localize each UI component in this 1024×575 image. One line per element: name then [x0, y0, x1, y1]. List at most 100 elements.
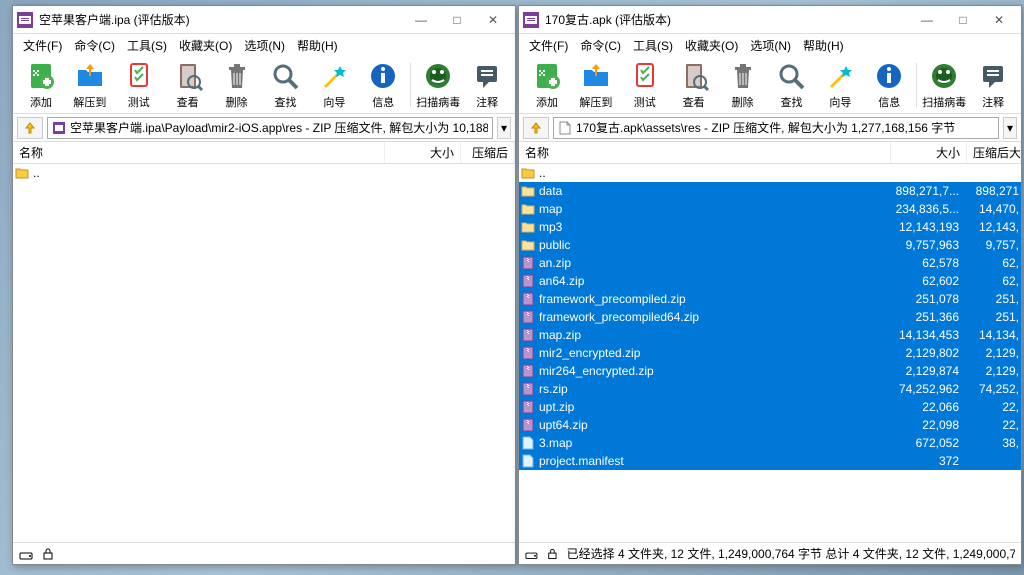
file-row[interactable]: rs.zip74,252,96274,252,	[519, 380, 1021, 398]
wizard-icon	[318, 60, 350, 92]
toolbar-wizard-button[interactable]: 向导	[816, 58, 864, 112]
toolbar-test-button[interactable]: 测试	[115, 58, 163, 112]
toolbar-scan-button[interactable]: 扫描病毒	[414, 58, 462, 112]
col-size[interactable]: 大小	[891, 142, 967, 163]
toolbar-scan-button[interactable]: 扫描病毒	[920, 58, 968, 112]
col-name[interactable]: 名称	[519, 142, 891, 163]
parent-folder-row[interactable]: ..	[519, 164, 1021, 182]
parent-folder-row[interactable]: ..	[13, 164, 515, 182]
file-row[interactable]: 3.map672,05238,	[519, 434, 1021, 452]
menu-item[interactable]: 选项(N)	[238, 35, 291, 56]
file-row[interactable]: public9,757,9639,757,	[519, 236, 1021, 254]
path-input[interactable]: 170复古.apk\assets\res - ZIP 压缩文件, 解包大小为 1…	[553, 117, 999, 139]
col-name[interactable]: 名称	[13, 142, 385, 163]
toolbar-comment-button[interactable]: 注释	[969, 58, 1017, 112]
file-size: 12,143,193	[889, 220, 965, 234]
file-packed: 251,	[965, 310, 1019, 324]
file-row[interactable]: map.zip14,134,45314,134,	[519, 326, 1021, 344]
titlebar[interactable]: 170复古.apk (评估版本) — □ ✕	[519, 6, 1021, 34]
maximize-button[interactable]: □	[439, 8, 475, 32]
menu-item[interactable]: 收藏夹(O)	[679, 35, 744, 56]
toolbar-delete-button[interactable]: 删除	[213, 58, 261, 112]
file-size: 2,129,874	[889, 364, 965, 378]
toolbar-extract-button[interactable]: 解压到	[572, 58, 620, 112]
file-row[interactable]: mir264_encrypted.zip2,129,8742,129,	[519, 362, 1021, 380]
file-size: 14,134,453	[889, 328, 965, 342]
maximize-button[interactable]: □	[945, 8, 981, 32]
toolbar-info-button[interactable]: 信息	[865, 58, 913, 112]
toolbar-info-button[interactable]: 信息	[359, 58, 407, 112]
file-row[interactable]: data898,271,7...898,271	[519, 182, 1021, 200]
toolbar-find-button[interactable]: 查找	[768, 58, 816, 112]
file-list[interactable]: ..	[13, 164, 515, 542]
archive-icon	[52, 121, 66, 135]
status-text: 已经选择 4 文件夹, 12 文件, 1,249,000,764 字节 总计 4…	[567, 545, 1015, 562]
toolbar-comment-button[interactable]: 注释	[463, 58, 511, 112]
titlebar[interactable]: 空苹果客户端.ipa (评估版本) — □ ✕	[13, 6, 515, 34]
menu-item[interactable]: 文件(F)	[523, 35, 574, 56]
archive-icon	[521, 292, 535, 306]
disk-icon	[525, 547, 538, 561]
col-size[interactable]: 大小	[385, 142, 461, 163]
parent-name: ..	[33, 166, 513, 180]
menu-item[interactable]: 帮助(H)	[291, 35, 344, 56]
toolbar-delete-button[interactable]: 删除	[719, 58, 767, 112]
up-button[interactable]	[17, 117, 43, 139]
toolbar-label: 向导	[829, 94, 851, 110]
toolbar-wizard-button[interactable]: 向导	[310, 58, 358, 112]
menu-item[interactable]: 工具(S)	[627, 35, 679, 56]
file-row[interactable]: framework_precompiled64.zip251,366251,	[519, 308, 1021, 326]
minimize-button[interactable]: —	[909, 8, 945, 32]
file-name: mir2_encrypted.zip	[539, 346, 889, 360]
toolbar-find-button[interactable]: 查找	[262, 58, 310, 112]
app-icon	[17, 12, 33, 28]
file-row[interactable]: upt.zip22,06622,	[519, 398, 1021, 416]
toolbar-extract-button[interactable]: 解压到	[66, 58, 114, 112]
up-button[interactable]	[523, 117, 549, 139]
path-dropdown[interactable]: ▾	[1003, 117, 1017, 139]
file-row[interactable]: mp312,143,19312,143,	[519, 218, 1021, 236]
menu-item[interactable]: 收藏夹(O)	[173, 35, 238, 56]
menu-item[interactable]: 帮助(H)	[797, 35, 850, 56]
file-packed: 9,757,	[965, 238, 1019, 252]
file-list[interactable]: .. data898,271,7...898,271map234,836,5..…	[519, 164, 1021, 542]
folder-icon	[15, 166, 29, 180]
file-packed: 14,470,	[965, 202, 1019, 216]
file-row[interactable]: mir2_encrypted.zip2,129,8022,129,	[519, 344, 1021, 362]
toolbar-test-button[interactable]: 测试	[621, 58, 669, 112]
folder-icon	[521, 220, 535, 234]
file-row[interactable]: an64.zip62,60262,	[519, 272, 1021, 290]
toolbar-add-button[interactable]: 添加	[17, 58, 65, 112]
file-name: framework_precompiled.zip	[539, 292, 889, 306]
toolbar-view-button[interactable]: 查看	[670, 58, 718, 112]
statusbar: 已经选择 4 文件夹, 12 文件, 1,249,000,764 字节 总计 4…	[519, 542, 1021, 564]
minimize-button[interactable]: —	[403, 8, 439, 32]
folder-icon	[521, 184, 535, 198]
path-dropdown[interactable]: ▾	[497, 117, 511, 139]
file-row[interactable]: an.zip62,57862,	[519, 254, 1021, 272]
file-row[interactable]: framework_precompiled.zip251,078251,	[519, 290, 1021, 308]
menu-item[interactable]: 选项(N)	[744, 35, 797, 56]
menu-item[interactable]: 工具(S)	[121, 35, 173, 56]
col-packed[interactable]: 压缩后	[461, 142, 515, 163]
folder-icon	[521, 202, 535, 216]
menu-item[interactable]: 文件(F)	[17, 35, 68, 56]
file-size: 672,052	[889, 436, 965, 450]
close-button[interactable]: ✕	[475, 8, 511, 32]
file-row[interactable]: project.manifest372	[519, 452, 1021, 470]
file-packed: 14,134,	[965, 328, 1019, 342]
file-row[interactable]: upt64.zip22,09822,	[519, 416, 1021, 434]
menu-item[interactable]: 命令(C)	[68, 35, 121, 56]
toolbar-view-button[interactable]: 查看	[164, 58, 212, 112]
col-packed[interactable]: 压缩后大	[967, 142, 1021, 163]
toolbar-add-button[interactable]: 添加	[523, 58, 571, 112]
path-input[interactable]: 空苹果客户端.ipa\Payload\mir2-iOS.app\res - ZI…	[47, 117, 493, 139]
toolbar-label: 查看	[683, 94, 705, 110]
test-icon	[123, 60, 155, 92]
toolbar-label: 解压到	[73, 94, 106, 110]
file-size: 62,602	[889, 274, 965, 288]
toolbar-label: 注释	[476, 94, 498, 110]
close-button[interactable]: ✕	[981, 8, 1017, 32]
menu-item[interactable]: 命令(C)	[574, 35, 627, 56]
file-row[interactable]: map234,836,5...14,470,	[519, 200, 1021, 218]
